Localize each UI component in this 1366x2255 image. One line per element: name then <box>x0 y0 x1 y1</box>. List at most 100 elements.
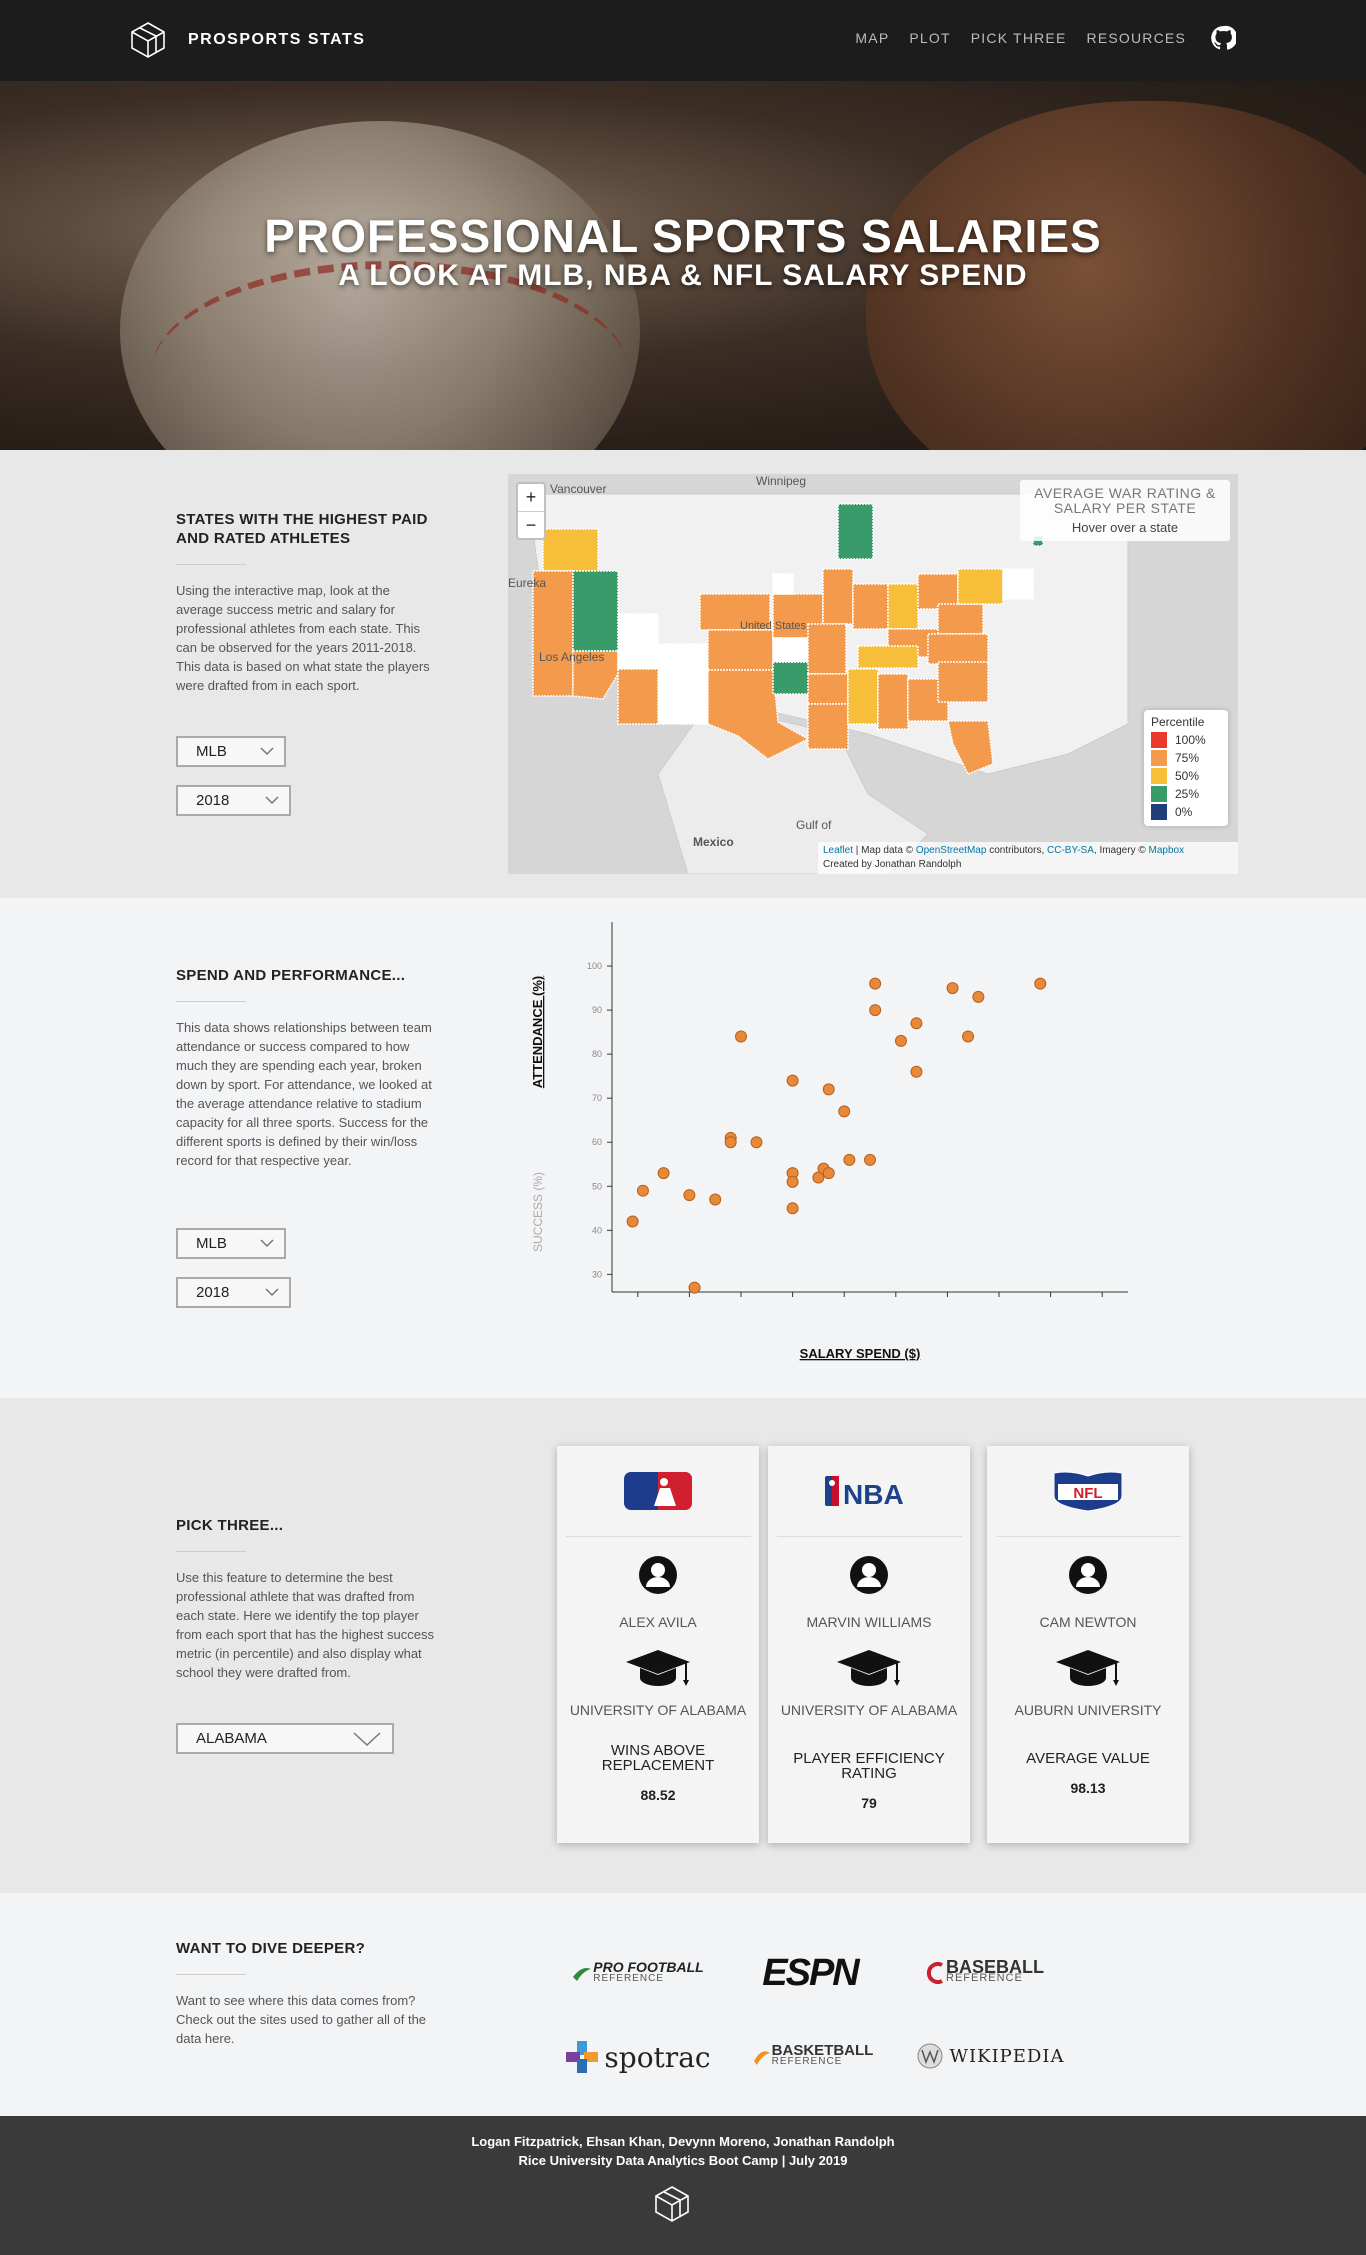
map-label-united-states: United States <box>740 620 807 632</box>
data-point <box>869 1004 882 1017</box>
player-name: MARVIN WILLIAMS <box>806 1614 932 1630</box>
data-point <box>822 1083 835 1096</box>
hero-subtitle: A LOOK AT MLB, NBA & NFL SALARY SPEND <box>338 259 1028 292</box>
resources-section: WANT TO DIVE DEEPER? Want to see where t… <box>0 1893 1366 2116</box>
footer-course: Rice University Data Analytics Boot Camp… <box>518 2153 848 2168</box>
top-navbar: PROSPORTS STATS MAP PLOT PICK THREE RESO… <box>0 0 1366 81</box>
cube-logo-icon <box>131 22 165 58</box>
plot-heading: SPEND AND PERFORMANCE... <box>176 967 406 984</box>
pro-football-reference-link[interactable]: PRO FOOTBALL REFERENCE <box>560 1955 715 1991</box>
plot-league-select[interactable]: MLB <box>176 1228 286 1259</box>
map-label-vancouver: Vancouver <box>550 482 607 496</box>
map-credit: Created by Jonathan Randolph <box>823 859 962 870</box>
pfr-logo-icon <box>573 1968 592 1981</box>
zoom-out-button[interactable]: − <box>518 511 544 538</box>
player-name: CAM NEWTON <box>1039 1614 1137 1630</box>
scatter-plot[interactable]: 100 90 80 70 60 50 40 30 ATTENDANCE (%) SUCCESS (… <box>508 912 1158 1382</box>
legend-title: Percentile <box>1151 715 1205 729</box>
state-select[interactable]: ALABAMA <box>176 1723 394 1754</box>
pick-heading: PICK THREE... <box>176 1517 284 1534</box>
wikipedia-link[interactable]: WIKIPEDIA <box>915 2038 1065 2074</box>
brand[interactable]: PROSPORTS STATS <box>128 21 365 59</box>
map-attribution: Leaflet | Map data © OpenStreetMap contr… <box>818 842 1238 874</box>
map-sidebar: STATES WITH THE HIGHEST PAID AND RATED A… <box>176 510 436 695</box>
data-point <box>626 1215 639 1228</box>
pick-description: Use this feature to determine the best p… <box>176 1570 434 1680</box>
map-zoom-control: + − <box>516 482 546 540</box>
brand-name: PROSPORTS STATS <box>188 31 366 48</box>
map-label-winnipeg: Winnipeg <box>756 474 807 488</box>
nfl-player-card: NFL CAM NEWTON AUBURN UNIVERSITY AVERAGE… <box>987 1446 1189 1843</box>
attribution-text: | Map data © <box>853 845 916 856</box>
nav-link-pick-three[interactable]: PICK THREE <box>971 30 1067 46</box>
cc-link[interactable]: CC-BY-SA <box>1047 845 1094 856</box>
user-avatar-icon <box>639 1556 677 1594</box>
map-year-select[interactable]: 2018 <box>176 785 291 816</box>
legend-label: 50% <box>1175 769 1200 783</box>
map-label-gulf: Gulf of <box>796 818 832 832</box>
choropleth-map[interactable]: United States Vancouver Winnipeg Eureka … <box>508 474 1238 874</box>
footer: Logan Fitzpatrick, Ehsan Khan, Devynn Mo… <box>0 2116 1366 2255</box>
legend-swatch <box>1151 768 1167 784</box>
nba-logo: NBA <box>768 1446 970 1536</box>
metric-label: PLAYER EFFICIENCY RATING <box>793 1750 945 1782</box>
map-league-select[interactable]: MLB <box>176 736 286 767</box>
nba-player-card: NBA MARVIN WILLIAMS UNIVERSITY OF ALABAM… <box>768 1446 970 1843</box>
chevron-down-icon <box>260 747 274 756</box>
cube-logo-icon[interactable] <box>652 2184 692 2224</box>
data-point <box>946 982 959 995</box>
leaflet-link[interactable]: Leaflet <box>823 845 853 856</box>
basketball-reference-link[interactable]: BASKETBALL REFERENCE <box>735 2038 890 2074</box>
attribution-text: , Imagery © <box>1093 845 1149 856</box>
legend-label: 100% <box>1175 733 1206 747</box>
bbr-logo-icon <box>926 1962 943 1984</box>
legend-row: 0% <box>1151 803 1221 821</box>
legend-row: 25% <box>1151 785 1221 803</box>
card-divider <box>995 1536 1181 1537</box>
data-point <box>843 1153 856 1166</box>
data-point <box>709 1193 722 1206</box>
attribution-text: contributors, <box>986 845 1048 856</box>
metric-label: AVERAGE VALUE <box>1026 1750 1150 1767</box>
y-tick-label: 80 <box>592 1049 602 1059</box>
resources-sidebar: WANT TO DIVE DEEPER? Want to see where t… <box>176 1939 436 2048</box>
legend-swatch <box>1151 750 1167 766</box>
nav-link-resources[interactable]: RESOURCES <box>1087 30 1186 46</box>
y-tick-label: 90 <box>592 1005 602 1015</box>
data-point <box>910 1017 923 1030</box>
legend-label: 0% <box>1175 805 1193 819</box>
data-point <box>894 1034 907 1047</box>
baseball-reference-link[interactable]: BASEBALL REFERENCE <box>905 1955 1065 1991</box>
divider <box>176 564 246 565</box>
map-section: STATES WITH THE HIGHEST PAID AND RATED A… <box>0 450 1366 898</box>
legend-row: 100% <box>1151 731 1221 749</box>
map-description: Using the interactive map, look at the a… <box>176 583 430 693</box>
plot-year-value: 2018 <box>196 1284 230 1301</box>
osm-link[interactable]: OpenStreetMap <box>916 845 987 856</box>
map-legend: Percentile 100% 75% 50% 25% 0% <box>1144 710 1228 826</box>
pick-sidebar: PICK THREE... Use this feature to determ… <box>176 1516 436 1682</box>
metric-value: 79 <box>861 1795 877 1811</box>
y-tick-label: 100 <box>587 961 602 971</box>
spotrac-link[interactable]: spotrac <box>560 2035 715 2079</box>
nav-link-map[interactable]: MAP <box>855 30 889 46</box>
nfl-wordmark: NFL <box>1073 1485 1102 1502</box>
github-icon[interactable] <box>1210 25 1236 51</box>
map-year-value: 2018 <box>196 792 230 809</box>
data-point <box>972 990 985 1003</box>
map-league-value: MLB <box>196 743 227 760</box>
graduation-cap-icon <box>626 1650 690 1686</box>
plot-year-select[interactable]: 2018 <box>176 1277 291 1308</box>
resources-description: Want to see where this data comes from? … <box>176 1993 427 2046</box>
nfl-logo: NFL <box>987 1446 1189 1536</box>
zoom-in-button[interactable]: + <box>518 484 544 511</box>
legend-label: 75% <box>1175 751 1200 765</box>
pick-three-section: PICK THREE... Use this feature to determ… <box>0 1398 1366 1893</box>
mlb-player-card: ALEX AVILA UNIVERSITY OF ALABAMA WINS AB… <box>557 1446 759 1843</box>
map-info-title: AVERAGE WAR RATING & SALARY PER STATE <box>1034 485 1216 516</box>
data-point <box>636 1184 649 1197</box>
mapbox-link[interactable]: Mapbox <box>1149 845 1185 856</box>
nav-link-plot[interactable]: PLOT <box>909 30 950 46</box>
hero-banner: PROFESSIONAL SPORTS SALARIES A LOOK AT M… <box>0 81 1366 450</box>
espn-link[interactable]: ESPN <box>735 1951 885 1995</box>
